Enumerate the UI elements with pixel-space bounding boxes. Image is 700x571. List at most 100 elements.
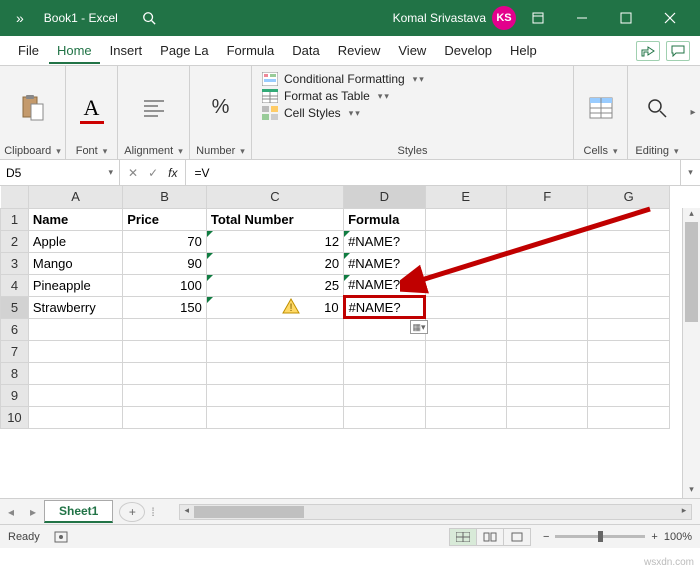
cell-e1[interactable] (425, 208, 506, 230)
cell-f5[interactable] (507, 296, 588, 318)
view-normal[interactable] (449, 528, 477, 546)
col-header-g[interactable]: G (588, 186, 670, 208)
select-all-corner[interactable] (1, 186, 29, 208)
macro-record-icon[interactable] (54, 531, 68, 543)
cell-a4[interactable]: Pineapple (28, 274, 122, 296)
row-header-9[interactable]: 9 (1, 384, 29, 406)
new-sheet-button[interactable]: + (119, 502, 145, 522)
maximize-button[interactable] (604, 0, 648, 36)
scroll-up-icon[interactable]: ▴ (683, 208, 700, 222)
cell-g3[interactable] (588, 252, 670, 274)
tab-formulas[interactable]: Formula (219, 39, 283, 62)
tab-review[interactable]: Review (330, 39, 389, 62)
row-header-10[interactable]: 10 (1, 406, 29, 428)
scroll-thumb[interactable] (685, 222, 698, 322)
col-header-d[interactable]: D (344, 186, 425, 208)
cell-d1[interactable]: Formula (344, 208, 425, 230)
cell-b3[interactable]: 90 (123, 252, 207, 274)
cell-f1[interactable] (507, 208, 588, 230)
close-button[interactable] (648, 0, 692, 36)
cell-a2[interactable]: Apple (28, 230, 122, 252)
font-icon[interactable]: A (78, 94, 106, 122)
number-icon[interactable]: % (207, 94, 235, 122)
row-header-1[interactable]: 1 (1, 208, 29, 230)
scroll-right-icon[interactable]: ▸ (677, 505, 691, 519)
view-page-break[interactable] (503, 528, 531, 546)
comments-button[interactable] (666, 41, 690, 61)
cell-e2[interactable] (425, 230, 506, 252)
conditional-formatting[interactable]: Conditional Formatting▾ (262, 72, 424, 86)
cell-b4[interactable]: 100 (123, 274, 207, 296)
col-header-c[interactable]: C (206, 186, 343, 208)
col-header-a[interactable]: A (28, 186, 122, 208)
editing-icon[interactable] (643, 94, 671, 122)
quick-access-expand[interactable]: » (8, 10, 32, 26)
row-header-8[interactable]: 8 (1, 362, 29, 384)
ribbon-scroll-right[interactable]: ▸ (686, 66, 700, 159)
worksheet-grid[interactable]: A B C D E F G 1 Name Price Total Number … (0, 186, 700, 498)
tab-file[interactable]: File (10, 39, 47, 62)
row-header-6[interactable]: 6 (1, 318, 29, 340)
tab-data[interactable]: Data (284, 39, 327, 62)
search-icon[interactable] (142, 11, 156, 25)
cell-e3[interactable] (425, 252, 506, 274)
sheet-nav-prev[interactable]: ◂ (0, 505, 22, 519)
cell-f3[interactable] (507, 252, 588, 274)
row-header-5[interactable]: 5 (1, 296, 29, 318)
cell-f4[interactable] (507, 274, 588, 296)
formula-input[interactable]: =V (186, 160, 680, 185)
cells-icon[interactable] (587, 94, 615, 122)
cell-g4[interactable] (588, 274, 670, 296)
cells-label[interactable]: Cells (584, 145, 618, 157)
cancel-formula-icon[interactable]: ✕ (128, 166, 138, 180)
cell-g5[interactable] (588, 296, 670, 318)
alignment-label[interactable]: Alignment (124, 145, 182, 157)
share-button[interactable] (636, 41, 660, 61)
insert-function-icon[interactable]: fx (168, 166, 177, 180)
cell-d5[interactable]: #NAME? (344, 296, 425, 318)
number-label[interactable]: Number (196, 145, 245, 157)
cell-a5[interactable]: Strawberry (28, 296, 122, 318)
tab-help[interactable]: Help (502, 39, 545, 62)
zoom-level[interactable]: 100% (664, 531, 692, 543)
sheet-nav-next[interactable]: ▸ (22, 505, 44, 519)
col-header-e[interactable]: E (425, 186, 506, 208)
tab-view[interactable]: View (390, 39, 434, 62)
account-name[interactable]: Komal Srivastava KS (393, 6, 516, 30)
row-header-4[interactable]: 4 (1, 274, 29, 296)
format-as-table[interactable]: Format as Table▾ (262, 89, 389, 103)
cell-b5[interactable]: 150 (123, 296, 207, 318)
col-header-f[interactable]: F (507, 186, 588, 208)
alignment-icon[interactable] (140, 94, 168, 122)
scroll-down-icon[interactable]: ▾ (683, 484, 700, 498)
horizontal-scrollbar[interactable]: ◂ ▸ (179, 504, 692, 520)
paste-icon[interactable] (19, 94, 47, 122)
cell-c4[interactable]: 25 (206, 274, 343, 296)
cell-styles[interactable]: Cell Styles▾ (262, 106, 360, 120)
row-header-7[interactable]: 7 (1, 340, 29, 362)
cell-c1[interactable]: Total Number (206, 208, 343, 230)
hscroll-thumb[interactable] (194, 506, 304, 518)
font-label[interactable]: Font (76, 145, 108, 157)
cell-g1[interactable] (588, 208, 670, 230)
zoom-slider[interactable] (555, 535, 645, 538)
cell-d2[interactable]: #NAME? (344, 230, 425, 252)
col-header-b[interactable]: B (123, 186, 207, 208)
cell-e4[interactable] (425, 274, 506, 296)
zoom-in-button[interactable]: + (651, 531, 657, 543)
cell-c5[interactable]: 10 (206, 296, 343, 318)
cell-e5[interactable] (425, 296, 506, 318)
cell-c2[interactable]: 12 (206, 230, 343, 252)
scroll-left-icon[interactable]: ◂ (180, 505, 194, 519)
cell-a3[interactable]: Mango (28, 252, 122, 274)
view-page-layout[interactable] (476, 528, 504, 546)
cell-g2[interactable] (588, 230, 670, 252)
row-header-3[interactable]: 3 (1, 252, 29, 274)
tab-insert[interactable]: Insert (102, 39, 151, 62)
chevron-down-icon[interactable]: ▾ (108, 167, 113, 178)
tab-developer[interactable]: Develop (436, 39, 500, 62)
tab-home[interactable]: Home (49, 39, 100, 64)
sheet-tab-active[interactable]: Sheet1 (44, 500, 113, 523)
name-box[interactable]: D5 ▾ (0, 160, 120, 185)
cell-c3[interactable]: 20 (206, 252, 343, 274)
